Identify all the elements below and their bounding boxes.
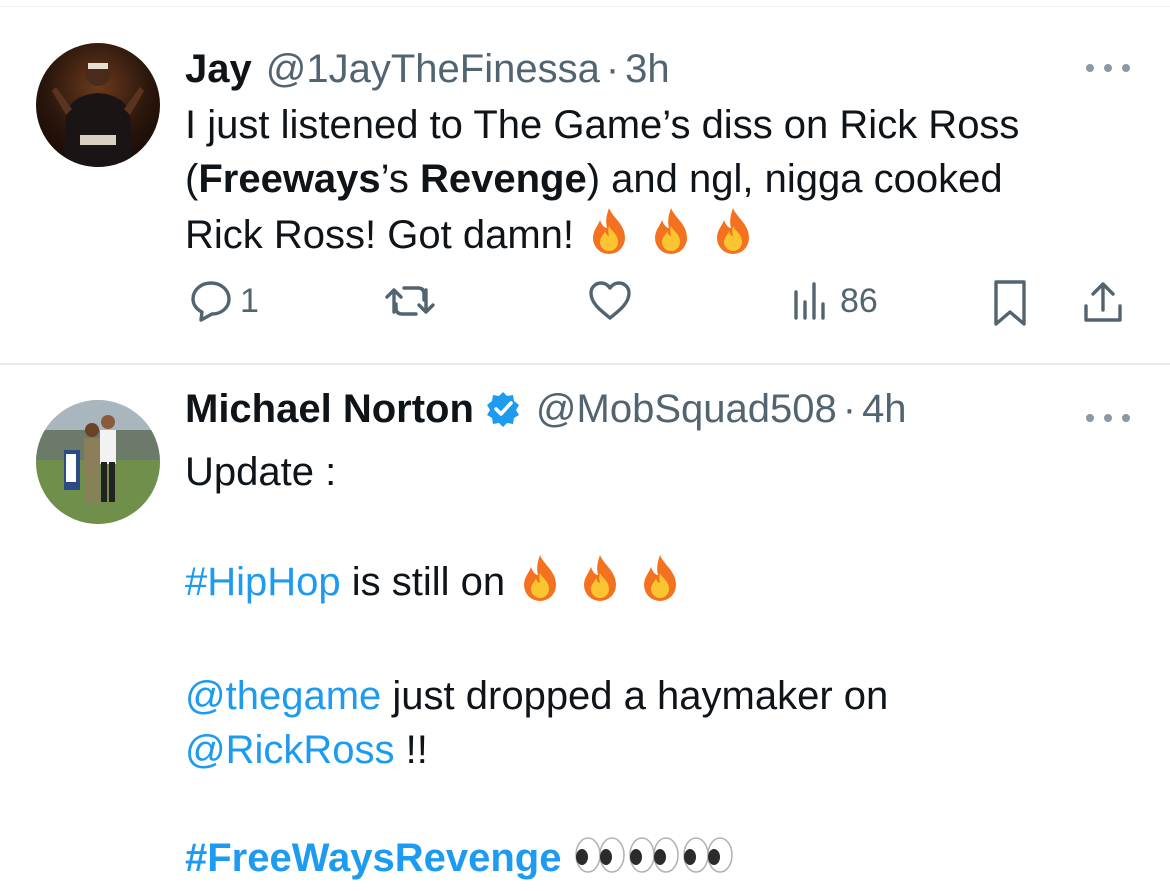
text-fragment: ) and ngl, nigga cooked [586, 157, 1003, 201]
text-line: Rick Ross! Got damn! [185, 206, 1135, 268]
reply-button[interactable]: 1 [188, 278, 259, 324]
separator-dot: · [842, 387, 857, 431]
fire-emoji-icon [516, 553, 564, 615]
bold-text: Freeways [198, 157, 381, 201]
eyes-emoji-icon [627, 833, 681, 891]
text-fragment: is still on [340, 560, 517, 604]
tweet-header: Jay @1JayTheFinessa · 3h [185, 44, 670, 94]
user-handle[interactable]: @1JayTheFinessa [266, 44, 600, 94]
avatar[interactable] [36, 43, 160, 167]
eyes-emoji-icon [681, 833, 735, 891]
fire-emoji-icon [636, 553, 684, 615]
hashtag-link[interactable]: #HipHop [185, 560, 341, 604]
avatar[interactable] [36, 400, 160, 524]
text-line: @RickRoss !! [185, 723, 1085, 777]
text-fragment: ’s [380, 157, 420, 201]
display-name[interactable]: Michael Norton [185, 384, 474, 434]
views-button[interactable]: 86 [790, 278, 878, 324]
text-fragment: !! [394, 728, 428, 772]
reply-count: 1 [240, 281, 259, 320]
share-button[interactable] [1080, 278, 1126, 326]
text-line: #HipHop is still on [185, 553, 1085, 615]
timestamp[interactable]: 3h [625, 44, 670, 94]
separator-dot: · [605, 47, 620, 91]
fire-emoji-icon [576, 553, 624, 615]
user-handle[interactable]: @MobSquad508 [536, 384, 837, 434]
tweet-michael-norton[interactable]: Michael Norton @MobSquad508 · 4h Update … [0, 365, 1170, 884]
fire-emoji-icon [709, 206, 757, 268]
reply-icon [188, 278, 234, 324]
retweet-button[interactable] [384, 278, 436, 324]
text-fragment: Rick Ross! Got damn! [185, 213, 586, 257]
mention-link[interactable]: @RickRoss [185, 728, 395, 772]
like-button[interactable] [586, 278, 634, 324]
display-name[interactable]: Jay [185, 44, 252, 94]
text-line: I just listened to The Game’s diss on Ri… [185, 103, 1020, 147]
analytics-icon [790, 278, 830, 324]
mention-link[interactable]: @thegame [185, 674, 381, 718]
share-icon [1080, 278, 1126, 326]
hashtag-link[interactable]: #FreeWaysRevenge [185, 836, 561, 880]
bold-text: Revenge [419, 157, 587, 201]
more-options-icon[interactable] [1086, 61, 1130, 75]
tweet-jay[interactable]: Jay @1JayTheFinessa · 3h I just listened… [0, 8, 1170, 363]
more-options-icon[interactable] [1086, 411, 1130, 425]
top-divider [0, 6, 1170, 7]
bookmark-icon [990, 278, 1030, 328]
timestamp[interactable]: 4h [862, 384, 907, 434]
tweet-text: I just listened to The Game’s diss on Ri… [185, 98, 1135, 268]
text-fragment: ( [185, 157, 199, 201]
heart-icon [586, 278, 634, 324]
tweet-text: Update : #HipHop is still on @thegame ju… [185, 445, 1085, 891]
verified-badge-icon [484, 390, 522, 428]
retweet-icon [384, 278, 436, 324]
text-line: #FreeWaysRevenge [185, 831, 1085, 891]
tweet-actions: 1 86 [0, 278, 1170, 338]
eyes-emoji-icon [573, 833, 627, 891]
text-line: @thegame just dropped a haymaker on [185, 669, 1085, 723]
text-fragment: just dropped a haymaker on [381, 674, 889, 718]
fire-emoji-icon [647, 206, 695, 268]
bookmark-button[interactable] [990, 278, 1030, 328]
text-line: (Freeways’s Revenge) and ngl, nigga cook… [185, 152, 1135, 206]
text-line: Update : [185, 450, 337, 494]
fire-emoji-icon [585, 206, 633, 268]
view-count: 86 [840, 281, 878, 320]
tweet-header: Michael Norton @MobSquad508 · 4h [185, 384, 907, 434]
